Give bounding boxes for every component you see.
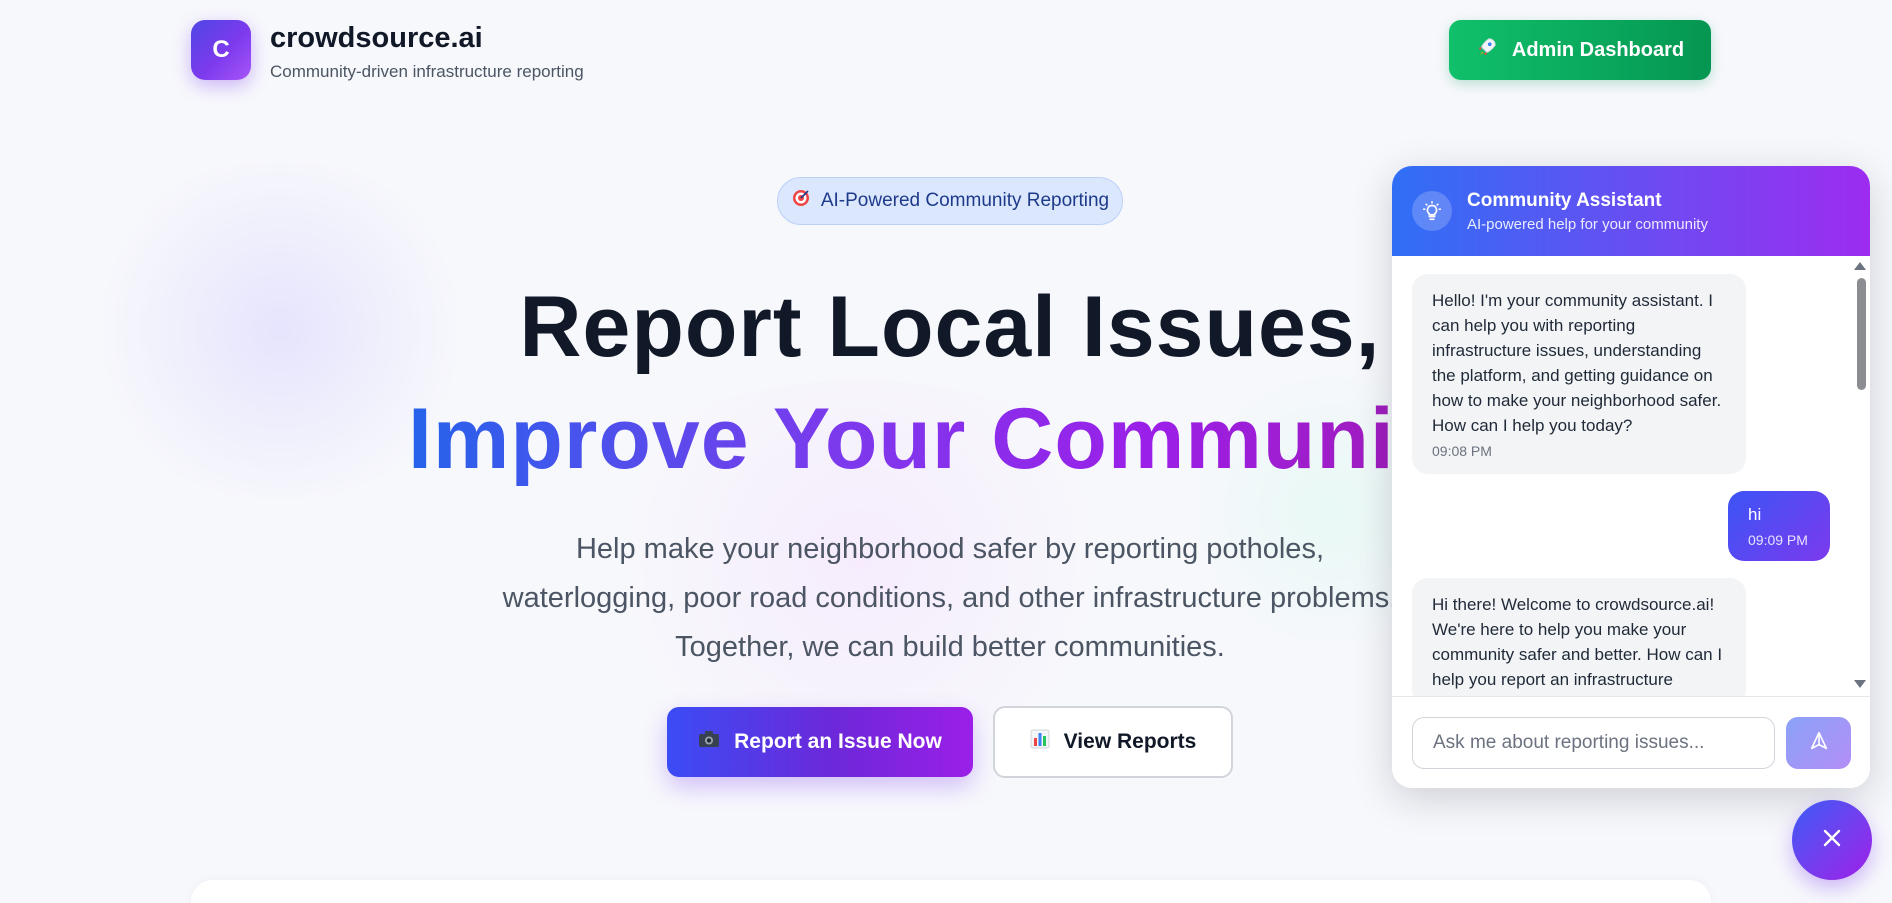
- hero-subtitle-line: waterlogging, poor road conditions, and …: [502, 582, 1398, 614]
- target-icon: [791, 188, 811, 214]
- report-issue-button[interactable]: Report an Issue Now: [667, 707, 973, 777]
- ai-badge-label: AI-Powered Community Reporting: [820, 190, 1110, 211]
- admin-dashboard-button[interactable]: Admin Dashboard: [1449, 20, 1711, 80]
- report-issue-label: Report an Issue Now: [734, 730, 942, 753]
- send-button[interactable]: [1786, 717, 1851, 769]
- lightbulb-icon: [1412, 191, 1452, 231]
- admin-dashboard-label: Admin Dashboard: [1511, 38, 1685, 61]
- chat-header: Community Assistant AI-powered help for …: [1392, 166, 1870, 256]
- close-icon: [1820, 826, 1844, 855]
- brand-name[interactable]: crowdsource.ai: [270, 22, 483, 55]
- user-message: hi 09:09 PM: [1728, 491, 1830, 561]
- scrollbar-thumb[interactable]: [1857, 278, 1866, 390]
- hero-subtitle-line: Together, we can build better communitie…: [675, 631, 1225, 663]
- message-time: 09:09 PM: [1748, 532, 1808, 548]
- message-text: Hi there! Welcome to crowdsource.ai! We'…: [1432, 595, 1723, 689]
- bar-chart-icon: [1030, 729, 1050, 755]
- hero-title-line2: Improve Your Community: [408, 391, 1474, 487]
- message-time: 09:08 PM: [1432, 443, 1492, 459]
- assistant-message: Hello! I'm your community assistant. I c…: [1412, 274, 1746, 474]
- chat-subtitle: AI-powered help for your community: [1467, 216, 1708, 233]
- message-text: Hello! I'm your community assistant. I c…: [1432, 291, 1722, 435]
- ai-badge: AI-Powered Community Reporting: [777, 177, 1123, 225]
- view-reports-button[interactable]: View Reports: [993, 706, 1233, 778]
- logo[interactable]: C: [191, 20, 251, 80]
- brand-tagline: Community-driven infrastructure reportin…: [270, 62, 584, 81]
- camera-icon: [698, 730, 720, 754]
- content-card: [191, 880, 1711, 903]
- chat-title: Community Assistant: [1467, 190, 1662, 211]
- chat-input-bar: [1392, 696, 1870, 788]
- hero-subtitle-line: Help make your neighborhood safer by rep…: [575, 533, 1324, 565]
- assistant-message: Hi there! Welcome to crowdsource.ai! We'…: [1412, 578, 1746, 696]
- chat-widget: Community Assistant AI-powered help for …: [1392, 166, 1870, 788]
- scroll-down-arrow-icon[interactable]: [1854, 680, 1866, 688]
- rocket-icon: [1476, 36, 1498, 64]
- view-reports-label: View Reports: [1063, 730, 1197, 753]
- hero-subtitle: Help make your neighborhood safer by rep…: [420, 525, 1480, 672]
- close-chat-button[interactable]: [1792, 800, 1872, 880]
- chat-input[interactable]: [1412, 717, 1775, 769]
- scroll-up-arrow-icon[interactable]: [1854, 262, 1866, 270]
- chat-messages[interactable]: Hello! I'm your community assistant. I c…: [1392, 256, 1870, 696]
- send-icon: [1808, 730, 1830, 757]
- logo-letter: C: [212, 36, 230, 63]
- message-text: hi: [1748, 505, 1762, 524]
